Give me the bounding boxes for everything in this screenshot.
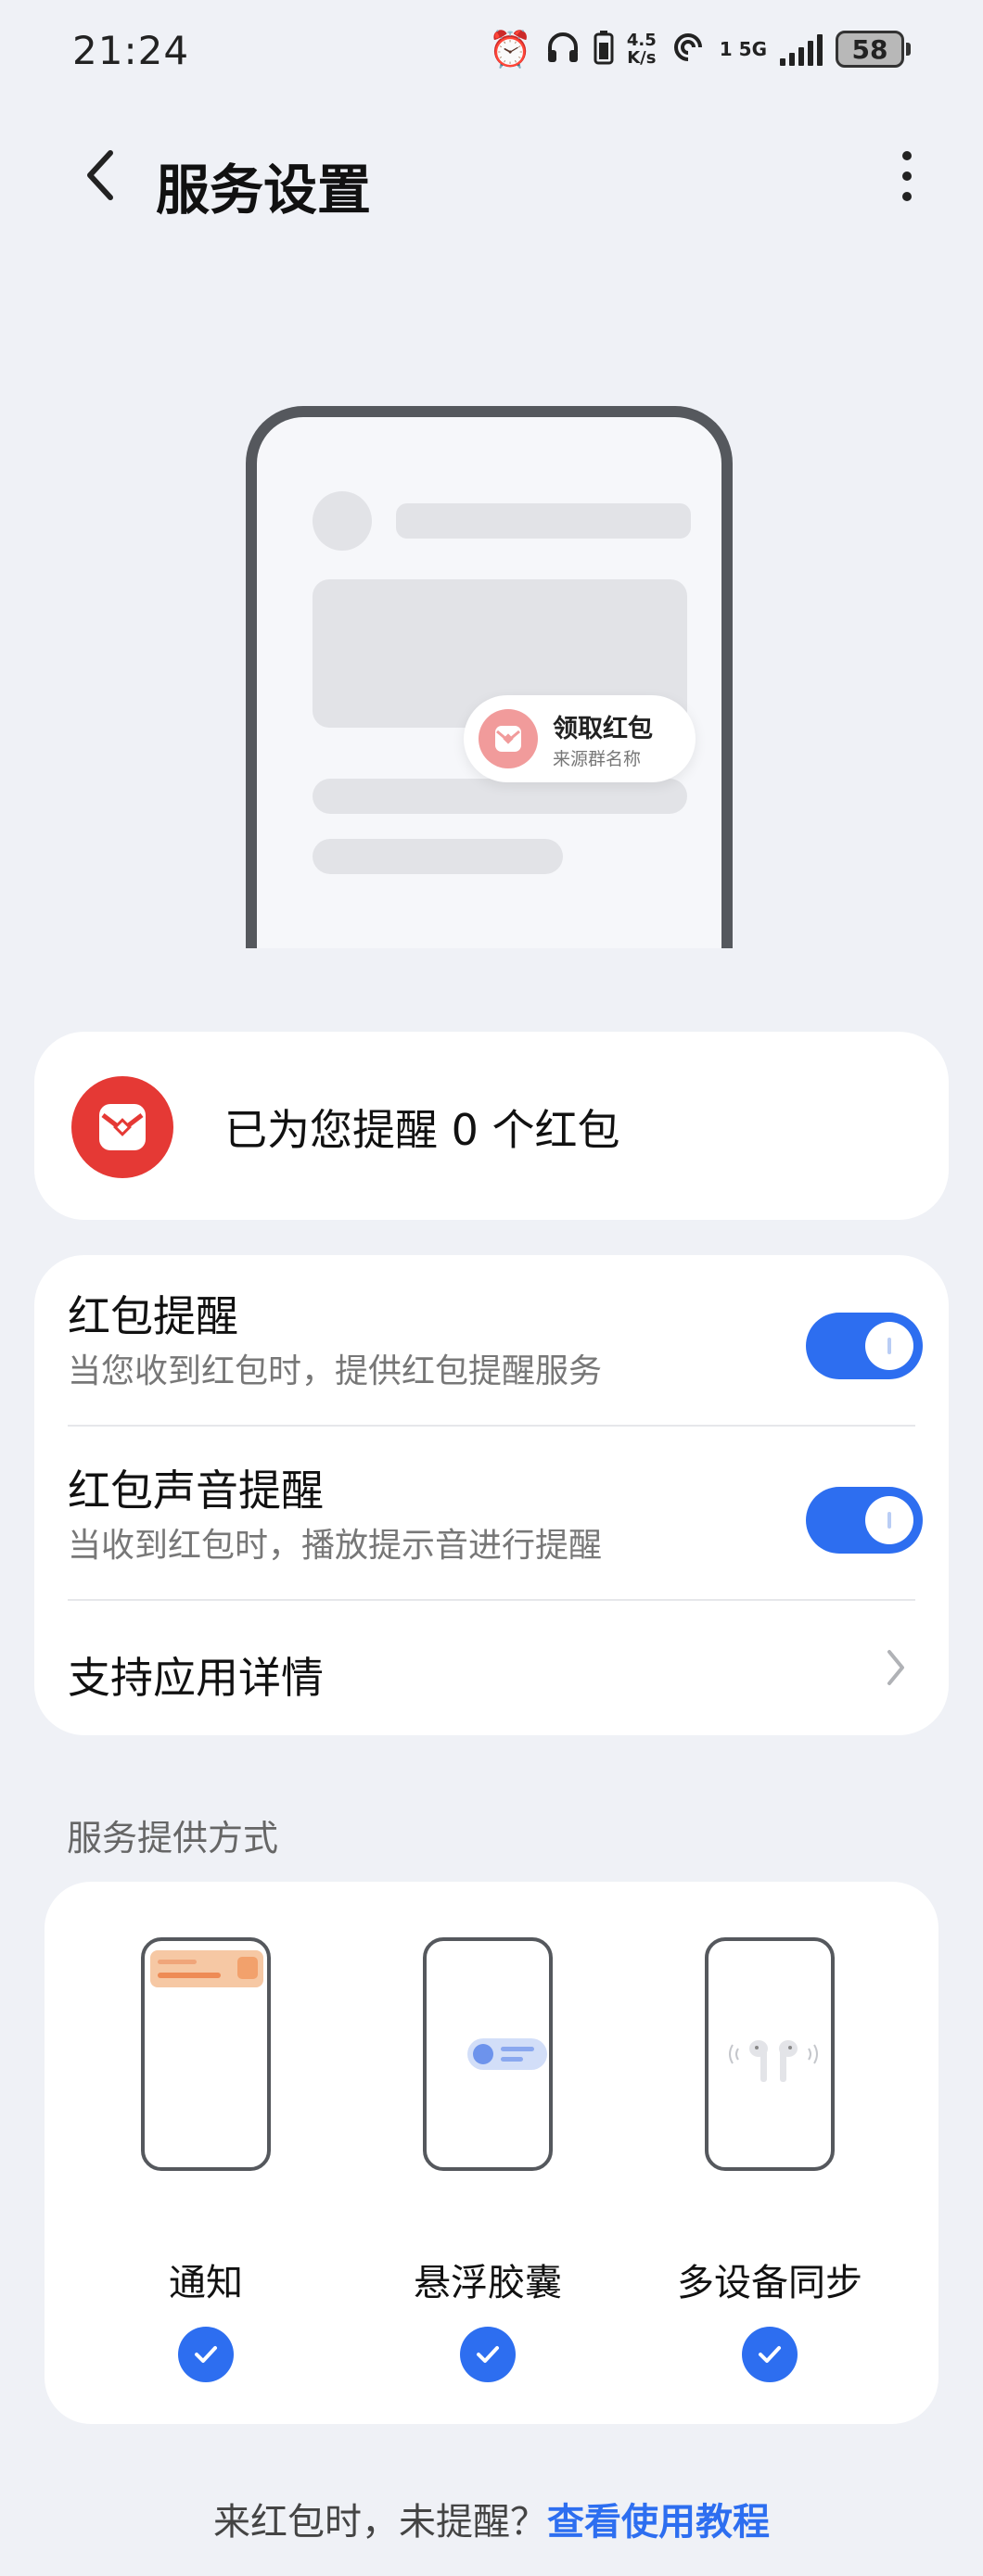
- tutorial-link[interactable]: 查看使用教程: [547, 2501, 770, 2544]
- mode-label: 悬浮胶囊: [414, 2262, 562, 2304]
- alarm-icon: ⏰: [488, 29, 532, 70]
- service-modes-card: 通知 悬浮胶囊 多设备同步: [45, 1882, 938, 2424]
- net-speed-unit: K/s: [627, 48, 657, 68]
- check-icon[interactable]: [742, 2327, 798, 2382]
- check-icon[interactable]: [460, 2327, 516, 2382]
- network-type-label: 5G: [738, 38, 767, 60]
- settings-card: 红包提醒 当您收到红包时，提供红包提醒服务 红包声音提醒 当收到红包时，播放提示…: [34, 1255, 949, 1735]
- chevron-right-icon: [887, 1650, 904, 1685]
- hero-illustration: [246, 406, 733, 948]
- earbuds-illustration: [705, 1937, 835, 2171]
- battery-icon: 58: [836, 31, 911, 68]
- divider: [68, 1599, 915, 1601]
- popup-subtitle: 来源群名称: [553, 749, 642, 769]
- footer-prompt: 来红包时，未提醒？: [213, 2501, 547, 2544]
- battery-saver-icon: [594, 30, 614, 69]
- red-packet-popup-illustration: 领取红包 来源群名称: [464, 695, 696, 782]
- status-time: 21:24: [72, 28, 190, 73]
- back-button[interactable]: [67, 143, 132, 208]
- divider: [68, 1425, 915, 1427]
- net-speed-value: 4.5: [626, 31, 657, 50]
- page-title: 服务设置: [156, 159, 372, 222]
- net-speed: 4.5 K/s: [627, 32, 657, 67]
- hotspot-icon: [670, 30, 707, 69]
- setting-title: 红包提醒: [68, 1291, 238, 1341]
- check-icon[interactable]: [178, 2327, 234, 2382]
- help-footer: 来红包时，未提醒？查看使用教程: [0, 2492, 983, 2545]
- phone-illustration: [246, 406, 733, 948]
- setting-title: 红包声音提醒: [68, 1466, 324, 1516]
- battery-level: 58: [836, 31, 904, 68]
- sim-index: 1: [719, 38, 733, 60]
- app-bar: 服务设置: [0, 130, 983, 222]
- sound-reminder-toggle[interactable]: [806, 1487, 923, 1554]
- notification-illustration: [141, 1937, 271, 2171]
- more-options-button[interactable]: [881, 141, 933, 211]
- mode-label: 通知: [169, 2262, 243, 2304]
- red-packet-count-card: 已为您提醒 0 个红包: [34, 1032, 949, 1220]
- popup-title: 领取红包: [553, 715, 653, 743]
- network-type: 1 5G: [720, 39, 767, 59]
- red-packet-icon: [479, 709, 538, 768]
- status-icons: ⏰ 4.5 K/s 1 5G 58: [489, 28, 911, 70]
- setting-subtitle: 当收到红包时，播放提示音进行提醒: [68, 1527, 603, 1565]
- red-packet-icon: [71, 1076, 173, 1178]
- back-arrow-icon: [87, 150, 113, 200]
- floating-capsule-illustration: [423, 1937, 553, 2171]
- setting-title: 支持应用详情: [68, 1653, 324, 1703]
- setting-row-red-packet-reminder[interactable]: 红包提醒 当您收到红包时，提供红包提醒服务: [68, 1283, 923, 1422]
- more-dot-icon: [902, 151, 912, 160]
- signal-icon: [780, 32, 823, 66]
- headphones-icon: [545, 30, 581, 69]
- mode-label: 多设备同步: [677, 2262, 862, 2304]
- status-bar: 21:24 ⏰ 4.5 K/s 1 5G 58: [0, 0, 983, 102]
- setting-subtitle: 当您收到红包时，提供红包提醒服务: [68, 1352, 603, 1390]
- reminder-count-text: 已为您提醒 0 个红包: [224, 1105, 620, 1155]
- section-label: 服务提供方式: [67, 1818, 279, 1859]
- red-packet-reminder-toggle[interactable]: [806, 1313, 923, 1379]
- setting-row-sound-reminder[interactable]: 红包声音提醒 当收到红包时，播放提示音进行提醒: [68, 1457, 923, 1596]
- supported-apps-row[interactable]: 支持应用详情: [68, 1635, 915, 1709]
